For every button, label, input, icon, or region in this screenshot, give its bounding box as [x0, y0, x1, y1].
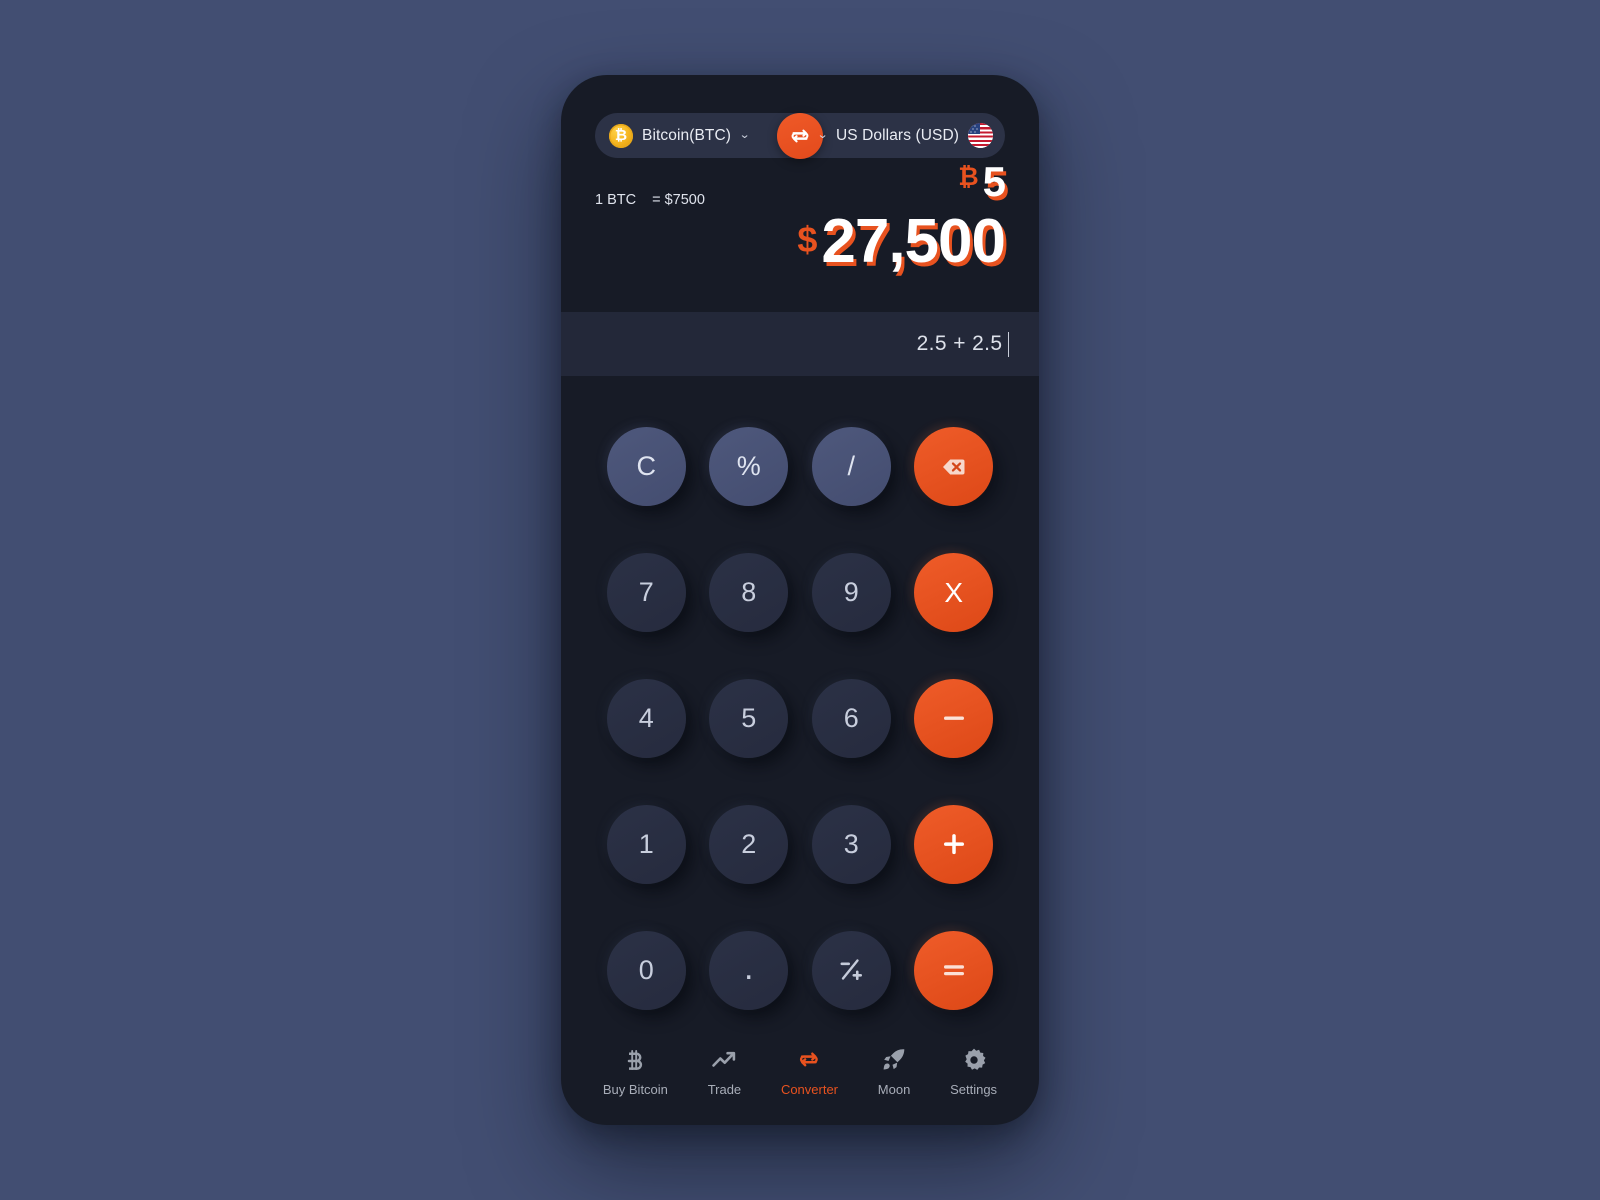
key-label: % [736, 451, 761, 482]
key-label: 8 [741, 577, 757, 608]
to-amount-row: $ 27,500 [797, 207, 1006, 276]
from-amount-row: ₿ 5 [958, 158, 1006, 205]
digit-2-key[interactable]: 2 [709, 804, 789, 884]
nav-trade[interactable]: Trade [708, 1047, 741, 1097]
key-label: 9 [843, 577, 859, 608]
from-currency-picker[interactable]: ₿ Bitcoin(BTC) ⌄ [607, 113, 751, 158]
divide-key[interactable]: / [811, 427, 891, 507]
trending-up-icon [711, 1047, 737, 1073]
percent-key[interactable]: % [709, 427, 789, 507]
minus-icon [943, 716, 964, 721]
expression-text: 2.5 + 2.5 [916, 332, 1003, 355]
to-currency-label: US Dollars (USD) [835, 126, 959, 144]
swap-arrows-icon [796, 1047, 822, 1073]
minus-key[interactable] [914, 678, 994, 758]
plus-key[interactable] [914, 804, 994, 884]
multiply-key[interactable]: X [914, 553, 994, 633]
digit-8-key[interactable]: 8 [709, 553, 789, 633]
backspace-key[interactable] [914, 427, 994, 507]
to-currency-picker[interactable]: ⌄ US Dollars (USD) [817, 113, 995, 158]
text-cursor [1007, 331, 1009, 357]
bitcoin-icon [628, 1050, 643, 1070]
digit-6-key[interactable]: 6 [811, 678, 891, 758]
nav-item-label: Moon [877, 1082, 911, 1097]
plus-icon [943, 834, 964, 855]
nav-item-label: Settings [950, 1082, 998, 1097]
to-amount-value: 27,500 [821, 207, 1006, 276]
swap-arrows-icon [800, 1052, 819, 1067]
bitcoin-coin-icon: ₿ [609, 123, 633, 148]
rate-to-label: = $7500 [652, 192, 705, 208]
exchange-rate-row: 1 BTC = $7500 [595, 192, 1005, 208]
us-flag-icon [968, 123, 993, 148]
key-label: / [847, 451, 855, 482]
currency-selector-section: ₿ Bitcoin(BTC) ⌄ ⌄ US Dollars (USD) [561, 75, 1039, 159]
conversion-display: 1 BTC = $7500 ₿ 5 $ 27,500 [561, 158, 1039, 312]
equals-icon [943, 965, 964, 976]
key-label: 2 [741, 828, 757, 859]
key-label: 3 [843, 828, 859, 859]
calculator-keypad: C% / 7 8 9 X 4 5 6 1 2 3 0. [561, 376, 1039, 1033]
rate-from-label: 1 BTC [595, 192, 637, 208]
digit-0-key[interactable]: 0 [606, 930, 686, 1010]
digit-1-key[interactable]: 1 [606, 804, 686, 884]
digit-3-key[interactable]: 3 [811, 804, 891, 884]
key-label: 0 [638, 954, 654, 985]
key-label: 5 [741, 702, 757, 733]
nav-item-label: Converter [780, 1082, 839, 1097]
nav-item-label: Buy Bitcoin [602, 1082, 668, 1097]
from-currency-label: Bitcoin(BTC) [642, 126, 732, 144]
key-label: C [636, 451, 657, 482]
chevron-down-icon[interactable]: ⌄ [817, 130, 829, 141]
key-label: 7 [638, 577, 654, 608]
trending-up-icon [712, 1051, 736, 1067]
key-label: 6 [843, 702, 859, 733]
nav-buy-bitcoin[interactable]: Buy Bitcoin [603, 1047, 668, 1097]
bitcoin-icon [622, 1047, 648, 1073]
nav-converter[interactable]: Converter [781, 1047, 838, 1097]
bitcoin-symbol: ₿ [958, 162, 979, 191]
key-label: 1 [638, 828, 654, 859]
key-label: 4 [638, 702, 654, 733]
digit-5-key[interactable]: 5 [709, 678, 789, 758]
currency-selector-bar: ₿ Bitcoin(BTC) ⌄ ⌄ US Dollars (USD) [595, 112, 1005, 159]
decimal-key[interactable]: . [709, 930, 789, 1010]
digit-7-key[interactable]: 7 [606, 553, 686, 633]
sign-toggle-key[interactable] [811, 930, 891, 1010]
gear-icon [961, 1047, 987, 1073]
gear-icon [964, 1048, 986, 1070]
rocket-icon [881, 1047, 907, 1073]
chevron-down-icon[interactable]: ⌄ [739, 130, 751, 141]
from-amount-value: 5 [982, 158, 1006, 205]
equals-key[interactable] [914, 930, 994, 1010]
nav-settings[interactable]: Settings [950, 1047, 997, 1097]
nav-moon[interactable]: Moon [877, 1047, 911, 1097]
clear-key[interactable]: C [606, 427, 686, 507]
dollar-symbol: $ [797, 219, 818, 261]
bottom-navigation-bar: Buy Bitcoin Trade Converter Moon Settings [561, 1033, 1039, 1125]
nav-item-label: Trade [707, 1082, 742, 1097]
phone-frame: ₿ Bitcoin(BTC) ⌄ ⌄ US Dollars (USD) 1 BT… [561, 75, 1039, 1125]
expression-input-bar[interactable]: 2.5 + 2.5 [561, 312, 1039, 376]
swap-arrows-icon [791, 129, 809, 142]
rocket-icon [883, 1049, 905, 1070]
plus-minus-icon [840, 959, 863, 981]
digit-9-key[interactable]: 9 [811, 553, 891, 633]
backspace-icon [942, 459, 965, 475]
digit-4-key[interactable]: 4 [606, 678, 686, 758]
key-label: X [944, 576, 964, 608]
